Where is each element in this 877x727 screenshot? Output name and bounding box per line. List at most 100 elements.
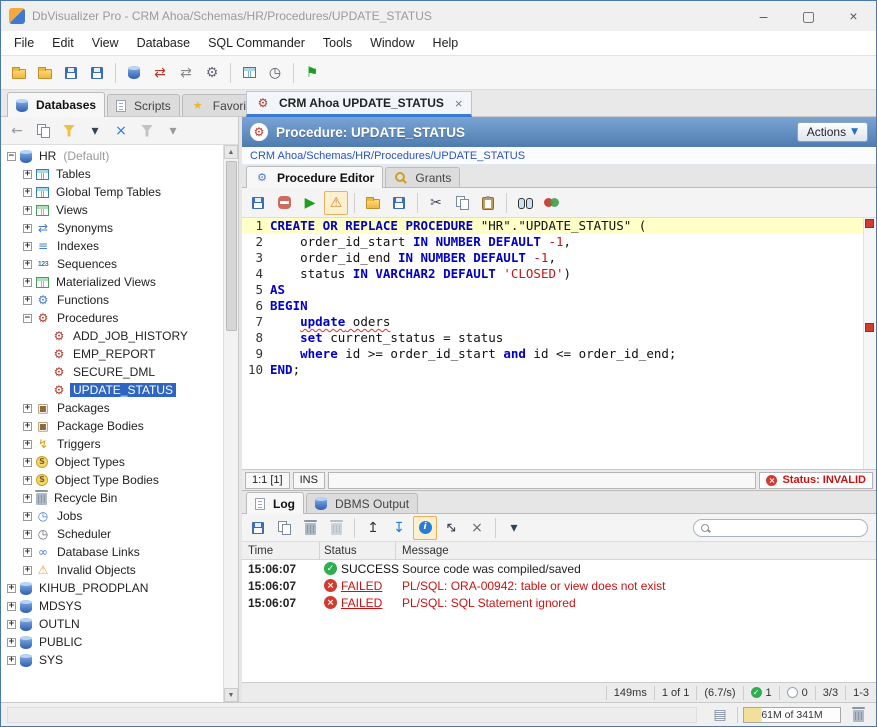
tree-expander[interactable]: + [7,656,16,665]
tab-scripts[interactable]: Scripts [107,94,180,116]
open-in-window-icon[interactable] [31,119,55,143]
tree-expander[interactable]: + [23,566,32,575]
tree-expander[interactable]: + [23,422,32,431]
tree-item-synonyms[interactable]: +⇄Synonyms [1,219,223,237]
delete-row-icon[interactable] [298,516,322,540]
tree-item-packages[interactable]: +▣Packages [1,399,223,417]
tree-expander[interactable]: − [23,314,32,323]
code-line[interactable]: 6BEGIN [242,298,863,314]
tree-item-global-temp-tables[interactable]: +Global Temp Tables [1,183,223,201]
menu-help[interactable]: Help [424,31,468,55]
filter-caret-icon[interactable]: ▾ [83,119,107,143]
tree-item-package-bodies[interactable]: +▣Package Bodies [1,417,223,435]
scroll-up-icon[interactable]: ▲ [224,145,238,159]
save-procedure-icon[interactable] [246,191,270,215]
nav-back-icon[interactable]: ← [5,119,29,143]
menu-view[interactable]: View [83,31,128,55]
code-line[interactable]: 3 order_id_end IN NUMBER DEFAULT -1, [242,250,863,266]
add-connection-icon[interactable] [122,61,146,85]
scroll-to-bottom-icon[interactable]: ↧ [387,516,411,540]
tree-expander[interactable]: + [7,620,16,629]
garbage-collect-icon[interactable] [846,703,870,727]
tree-expander[interactable]: + [23,512,32,521]
column-header-message[interactable]: Message [396,542,876,559]
open-file-icon[interactable] [7,61,31,85]
tree-expander[interactable]: + [23,206,32,215]
dock-panel-icon[interactable]: ▤ [708,703,732,727]
scroll-down-icon[interactable]: ▼ [224,688,238,702]
tree-item-materialized-views[interactable]: +Materialized Views [1,273,223,291]
log-row[interactable]: 15:06:07✓SUCCESSSource code was compiled… [242,560,876,577]
tree-item-object-type-bodies[interactable]: +SObject Type Bodies [1,471,223,489]
doc-tab-update-status[interactable]: ⚙ CRM Ahoa UPDATE_STATUS × [246,91,472,117]
tree-item-triggers[interactable]: +↯Triggers [1,435,223,453]
memory-indicator[interactable]: 61M of 341M [743,707,841,723]
bookmark-flag-icon[interactable]: ⚑ [300,61,324,85]
tree-item-scheduler[interactable]: +◷Scheduler [1,525,223,543]
error-marker[interactable] [865,219,874,228]
tree-item-invalid-objects[interactable]: +⚠Invalid Objects [1,561,223,579]
menu-edit[interactable]: Edit [43,31,83,55]
menu-file[interactable]: File [5,31,43,55]
log-row[interactable]: 15:06:07×FAILEDPL/SQL: ORA-00942: table … [242,577,876,594]
tree-expander[interactable]: − [7,152,16,161]
filter-settings-caret-icon[interactable]: ▾ [161,119,185,143]
tab-grants[interactable]: Grants [385,167,460,187]
scroll-to-top-icon[interactable]: ↥ [361,516,385,540]
code-line[interactable]: 1CREATE OR REPLACE PROCEDURE "HR"."UPDAT… [242,218,863,234]
tree-scrollbar[interactable]: ▲ ▼ [223,145,238,702]
tree-item-database-links[interactable]: +∞Database Links [1,543,223,561]
tree-item-kihub-prodplan[interactable]: +KIHUB_PRODPLAN [1,579,223,597]
log-search-box[interactable] [693,519,868,537]
tree-item-functions[interactable]: +⚙Functions [1,291,223,309]
copy-log-icon[interactable] [272,516,296,540]
tree-expander[interactable]: + [23,476,32,485]
tree-item-add-job-history[interactable]: ⚙ADD_JOB_HISTORY [1,327,223,345]
column-header-time[interactable]: Time [242,542,320,559]
tree-item-object-types[interactable]: +SObject Types [1,453,223,471]
scroll-thumb[interactable] [226,161,237,331]
minimize-button[interactable]: – [741,1,786,31]
close-button[interactable]: × [831,1,876,31]
tree-item-public[interactable]: +PUBLIC [1,633,223,651]
tree-expander[interactable]: + [23,494,32,503]
tree-item-emp-report[interactable]: ⚙EMP_REPORT [1,345,223,363]
clear-filter-icon[interactable]: × [109,119,133,143]
cut-icon[interactable]: ✂ [424,191,448,215]
code-line[interactable]: 8 set current_status = status [242,330,863,346]
tab-databases[interactable]: Databases [7,92,105,117]
tree-item-secure-dml[interactable]: ⚙SECURE_DML [1,363,223,381]
tree-item-mdsys[interactable]: +MDSYS [1,597,223,615]
export-icon[interactable] [387,191,411,215]
menu-tools[interactable]: Tools [314,31,361,55]
tree-expander[interactable]: + [23,170,32,179]
tree-item-update-status[interactable]: ⚙UPDATE_STATUS [1,381,223,399]
tree-item-views[interactable]: +Views [1,201,223,219]
menu-sql-commander[interactable]: SQL Commander [199,31,314,55]
tree-item-outln[interactable]: +OUTLN [1,615,223,633]
tab-dbms-output[interactable]: DBMS Output [306,493,418,513]
tree-expander[interactable]: + [23,404,32,413]
paste-icon[interactable] [476,191,500,215]
tree-expander[interactable]: + [23,188,32,197]
code-line[interactable]: 7 update oders [242,314,863,330]
tab-close-icon[interactable]: × [455,96,463,111]
filter-icon[interactable] [57,119,81,143]
stop-icon[interactable] [272,191,296,215]
tree-expander[interactable]: + [23,440,32,449]
open-recent-icon[interactable] [33,61,57,85]
driver-manager-icon[interactable]: ⚙ [200,61,224,85]
connect-icon[interactable]: ⇄ [148,61,172,85]
compile-warning-icon[interactable]: ⚠ [324,191,348,215]
schedule-icon[interactable]: ◷ [263,61,287,85]
tree-item-tables[interactable]: +Tables [1,165,223,183]
execute-icon[interactable]: ▶ [298,191,322,215]
tree-item-procedures[interactable]: −⚙Procedures [1,309,223,327]
find-replace-icon[interactable] [513,191,537,215]
code-line[interactable]: 9 where id >= order_id_start and id <= o… [242,346,863,362]
tree-item-recycle-bin[interactable]: +Recycle Bin [1,489,223,507]
save-icon[interactable] [59,61,83,85]
tree-item-indexes[interactable]: +≡Indexes [1,237,223,255]
compare-icon[interactable] [539,191,563,215]
tree-item-jobs[interactable]: +◷Jobs [1,507,223,525]
